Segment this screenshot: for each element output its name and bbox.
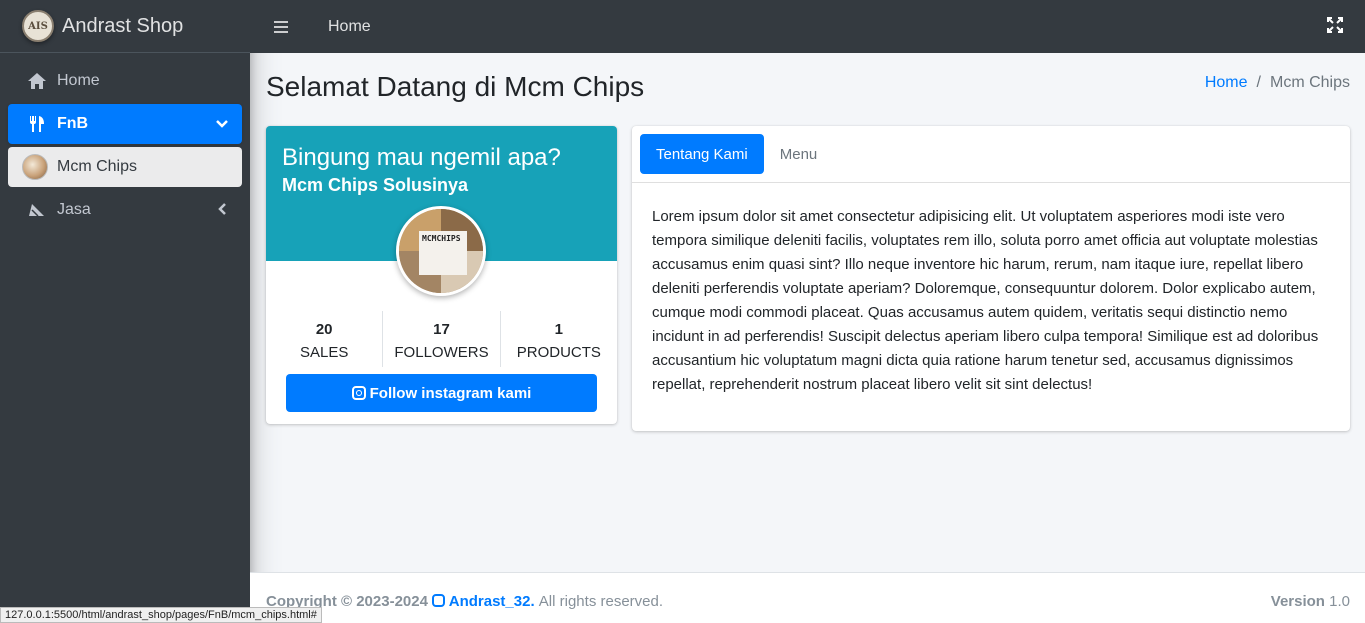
menu-toggle-icon[interactable] xyxy=(274,20,288,33)
top-nav-home-link[interactable]: Home xyxy=(328,18,371,36)
tab-menu[interactable]: Menu xyxy=(764,134,834,174)
sidebar-item-mcm-chips[interactable]: Mcm Chips xyxy=(8,147,242,187)
status-bar-url: 127.0.0.1:5500/html/andrast_shop/pages/F… xyxy=(0,607,322,623)
utensils-icon xyxy=(26,114,48,134)
sidebar-item-label: Home xyxy=(57,72,100,89)
tab-content: Lorem ipsum dolor sit amet consectetur a… xyxy=(652,208,1319,393)
chevron-down-icon xyxy=(216,116,228,134)
sidebar-item-jasa[interactable]: Jasa xyxy=(8,190,242,230)
profile-title: Bingung mau ngemil apa? xyxy=(282,144,561,171)
follow-instagram-label: Follow instagram kami xyxy=(369,384,532,402)
fullscreen-icon[interactable] xyxy=(1327,17,1343,33)
stat-label: PRODUCTS xyxy=(516,344,601,361)
stat-label: FOLLOWERS xyxy=(394,344,489,361)
page-title: Selamat Datang di Mcm Chips xyxy=(266,71,645,102)
profile-subtitle: Mcm Chips Solusinya xyxy=(282,175,469,195)
stat-label: SALES xyxy=(299,344,349,361)
sidebar-item-fnb[interactable]: FnB xyxy=(8,104,242,144)
profile-image: MCMCHIPS xyxy=(396,206,486,296)
version-value: 1.0 xyxy=(1329,593,1350,610)
sidebar-nav: Home FnB Mcm Chips Jasa xyxy=(0,53,250,241)
sidebar-item-label: Mcm Chips xyxy=(57,158,138,175)
about-card: Tentang Kami Menu Lorem ipsum dolor sit … xyxy=(632,126,1350,431)
breadcrumb-home-link[interactable]: Home xyxy=(1205,74,1248,92)
sidebar: AIS Andrast Shop Home FnB Mcm Chips Jasa xyxy=(0,0,250,623)
stat-value: 1 xyxy=(554,321,563,338)
stat-value: 20 xyxy=(315,321,333,338)
sidebar-item-label: Jasa xyxy=(57,201,91,218)
footer-version: Version 1.0 xyxy=(1271,593,1350,610)
sidebar-item-home[interactable]: Home xyxy=(8,61,242,101)
top-navbar: Home xyxy=(250,0,1365,53)
stat-value: 17 xyxy=(433,321,450,338)
footer-rights: All rights reserved. xyxy=(538,593,664,610)
footer-brand-link[interactable]: Andrast_32. xyxy=(432,593,539,610)
brand-logo: AIS xyxy=(22,10,54,42)
tab-list: Tentang Kami Menu xyxy=(632,126,1350,183)
stat-followers: 17 FOLLOWERS xyxy=(382,311,499,367)
tab-tentang-kami[interactable]: Tentang Kami xyxy=(640,134,764,174)
footer-brand-label: Andrast_32. xyxy=(448,593,535,610)
follow-instagram-button[interactable]: Follow instagram kami xyxy=(286,374,597,412)
sidebar-item-label: FnB xyxy=(57,115,89,132)
breadcrumb: Home / Mcm Chips xyxy=(1205,74,1350,92)
content-wrapper: Selamat Datang di Mcm Chips Home / Mcm C… xyxy=(250,53,1365,572)
profile-image-label: MCMCHIPS xyxy=(419,231,467,275)
breadcrumb-current: Mcm Chips xyxy=(1269,74,1350,91)
instagram-icon xyxy=(432,594,446,607)
profile-stats: 20 SALES 17 FOLLOWERS 1 PRODUCTS xyxy=(266,311,617,367)
stat-products: 1 PRODUCTS xyxy=(499,311,617,367)
footer: Copyright © 2023-2024 Andrast_32. All ri… xyxy=(250,572,1365,623)
brand-name: Andrast Shop xyxy=(62,14,184,37)
chevron-left-icon xyxy=(218,202,228,220)
version-label: Version xyxy=(1270,593,1325,610)
breadcrumb-separator: / xyxy=(1256,74,1261,91)
brand-link[interactable]: AIS Andrast Shop xyxy=(0,0,250,53)
instagram-icon xyxy=(351,386,366,400)
home-icon xyxy=(26,71,48,91)
jasa-icon xyxy=(26,200,48,220)
stat-sales: 20 SALES xyxy=(266,311,382,367)
mcm-chips-avatar xyxy=(22,154,48,180)
profile-widget: Bingung mau ngemil apa? Mcm Chips Solusi… xyxy=(266,126,617,424)
